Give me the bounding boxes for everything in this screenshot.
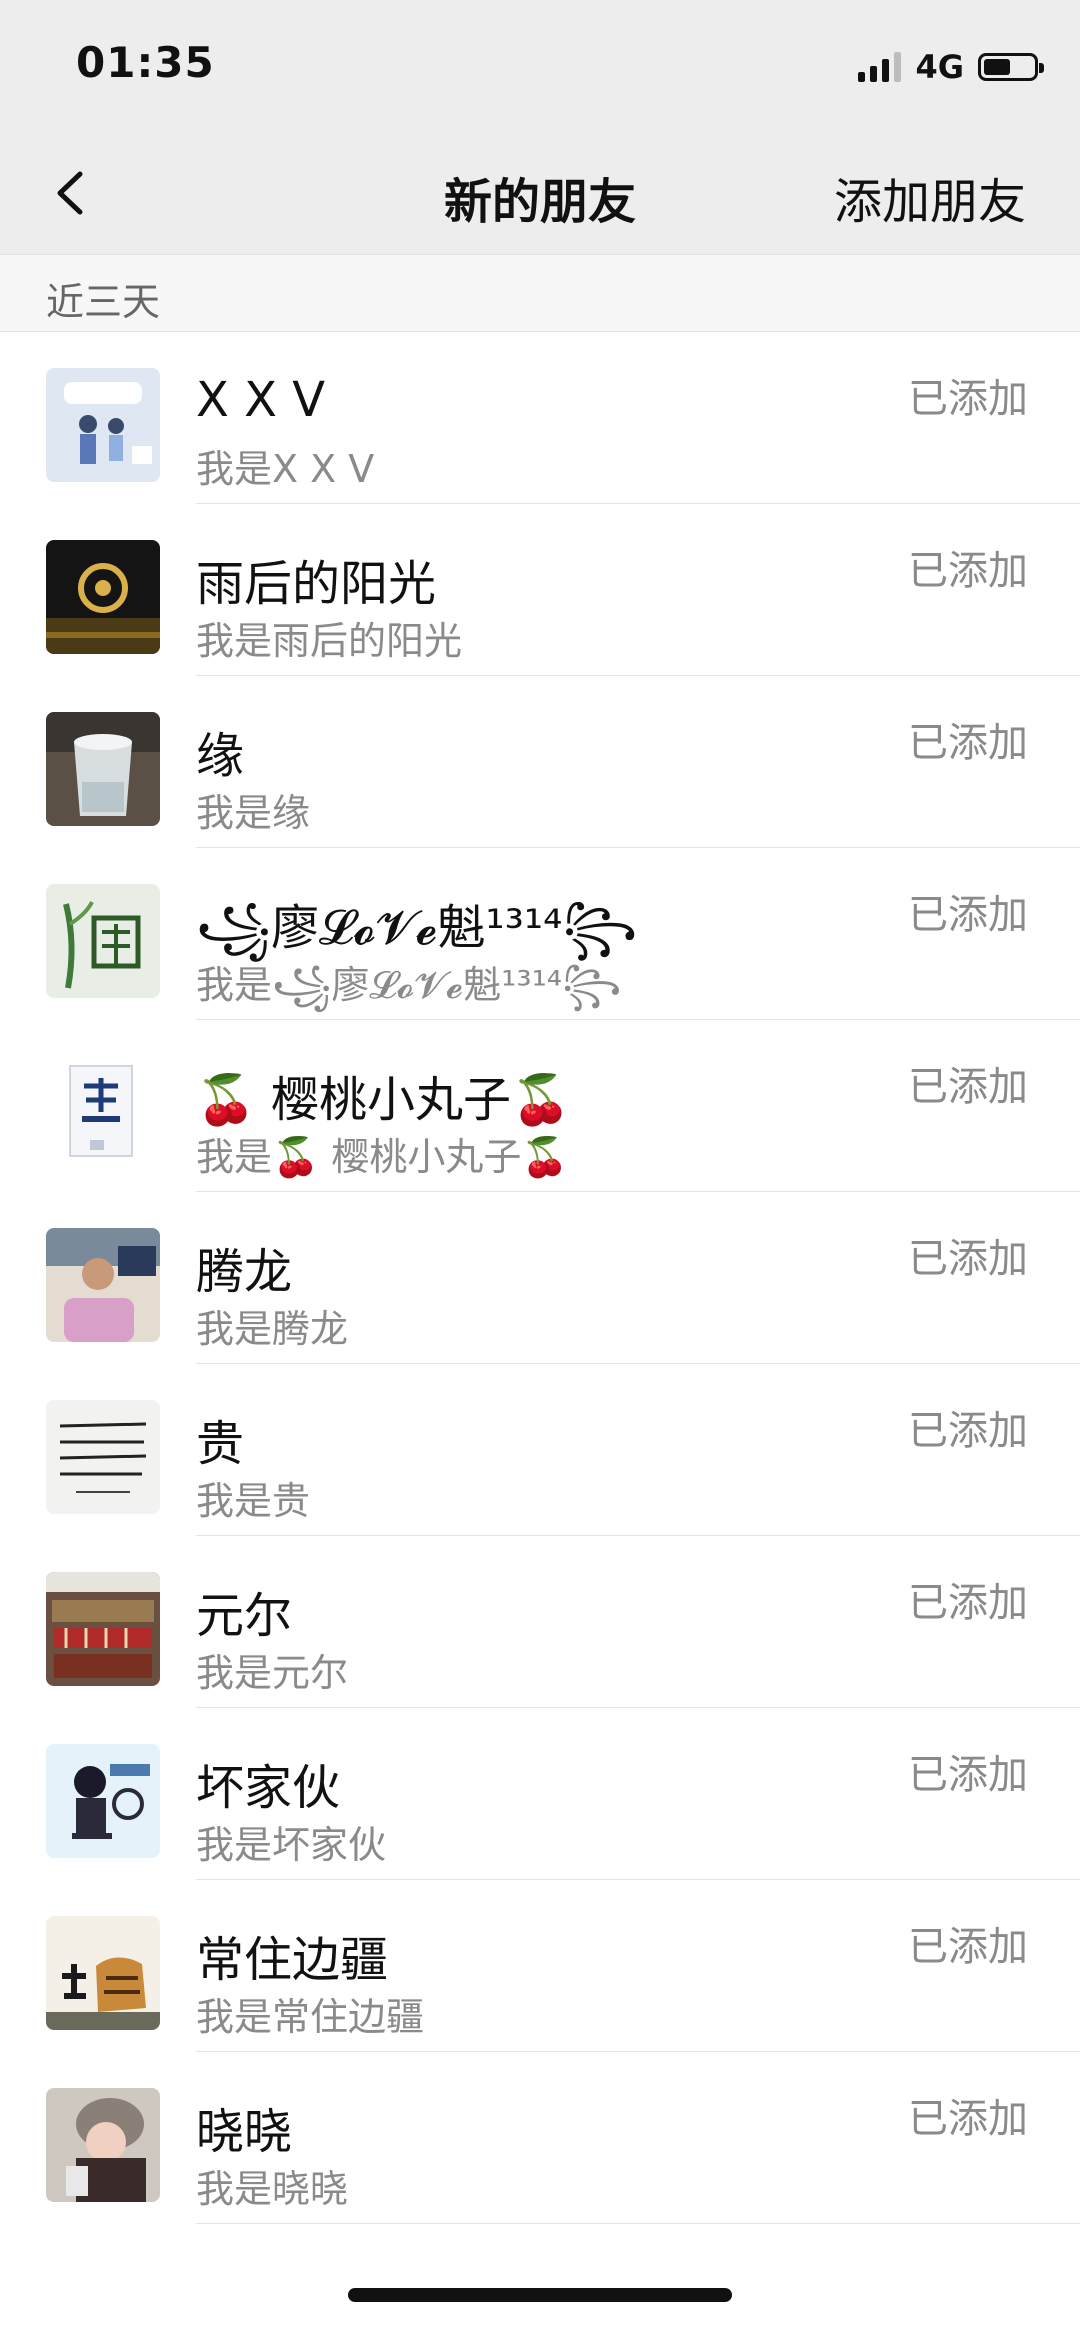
friend-request-message: 我是🍒 樱桃小丸子🍒 — [196, 1135, 569, 1179]
added-status-label: 已添加 — [908, 720, 1028, 766]
friend-name: 晓晓 — [196, 2104, 293, 2160]
home-indicator[interactable] — [348, 2288, 732, 2302]
section-header-recent: 近三天 — [0, 254, 1080, 332]
friend-name: 元尔 — [196, 1588, 293, 1644]
friend-row[interactable]: 贵我是贵 已添加 — [0, 1364, 1080, 1536]
friend-request-message: 我是常住边疆 — [196, 1995, 425, 2039]
friend-row[interactable]: 雨后的阳光我是雨后的阳光 已添加 — [0, 504, 1080, 676]
friend-request-message: 我是缘 — [196, 791, 311, 835]
signal-icon — [858, 52, 902, 82]
avatar[interactable] — [46, 1572, 160, 1686]
friend-name: 坏家伙 — [196, 1760, 341, 1816]
avatar[interactable] — [46, 1400, 160, 1514]
added-status-label: 已添加 — [908, 1580, 1028, 1626]
added-status-label: 已添加 — [908, 1924, 1028, 1970]
friend-row[interactable]: 腾龙我是腾龙 已添加 — [0, 1192, 1080, 1364]
battery-icon — [978, 53, 1044, 81]
friend-name: 雨后的阳光 — [196, 556, 437, 612]
added-status-label: 已添加 — [908, 1236, 1028, 1282]
friend-request-message: 我是贵 — [196, 1479, 311, 1523]
friend-row[interactable]: 常住边疆我是常住边疆 已添加 — [0, 1880, 1080, 2052]
friend-name: 腾龙 — [196, 1244, 293, 1300]
status-indicators: 4G — [858, 48, 1044, 86]
add-friend-button[interactable]: 添加朋友 — [834, 162, 1026, 232]
section-title: 近三天 — [46, 280, 161, 324]
friend-request-message: 我是雨后的阳光 — [196, 619, 463, 663]
friend-list: X X V 我是X X V 已添加 雨后的阳光 我是雨后的阳光 已添加缘我是缘 已添加 ꧁廖𝓛… — [0, 332, 1080, 2224]
avatar[interactable] — [46, 884, 160, 998]
friend-request-message: 我是腾龙 — [196, 1307, 349, 1351]
avatar[interactable] — [46, 1228, 160, 1342]
friend-name: 缘 — [196, 728, 245, 784]
added-status-label: 已添加 — [908, 548, 1028, 594]
friend-request-message: 我是X X V — [196, 447, 375, 491]
avatar[interactable] — [46, 540, 160, 654]
friend-row[interactable]: 🍒 樱桃小丸子🍒 我是🍒 樱桃小丸子🍒 已添加 — [0, 1020, 1080, 1192]
friend-request-message: 我是元尔 — [196, 1651, 349, 1695]
added-status-label: 已添加 — [908, 1064, 1028, 1110]
avatar[interactable] — [46, 712, 160, 826]
avatar[interactable] — [46, 1744, 160, 1858]
avatar[interactable] — [46, 1916, 160, 2030]
friend-request-message: 我是坏家伙 — [196, 1823, 387, 1867]
friend-row[interactable]: X X V 我是X X V 已添加 — [0, 332, 1080, 504]
friend-row[interactable]: 缘我是缘 已添加 — [0, 676, 1080, 848]
avatar[interactable] — [46, 368, 160, 482]
added-status-label: 已添加 — [908, 2096, 1028, 2142]
network-type: 4G — [915, 48, 964, 86]
friend-row[interactable]: 元尔我是元尔 已添加 — [0, 1536, 1080, 1708]
added-status-label: 已添加 — [908, 376, 1028, 422]
friend-name: 常住边疆 — [196, 1932, 389, 1988]
friend-request-message: 我是晓晓 — [196, 2167, 349, 2211]
friend-row[interactable]: 坏家伙我是坏家伙 已添加 — [0, 1708, 1080, 1880]
nav-bar: 新的朋友 添加朋友 — [0, 132, 1080, 254]
added-status-label: 已添加 — [908, 892, 1028, 938]
friend-name: 贵 — [196, 1416, 245, 1472]
friend-name: X X V — [196, 372, 326, 428]
friend-name: 🍒 樱桃小丸子🍒 — [196, 1072, 571, 1128]
avatar[interactable] — [46, 2088, 160, 2202]
status-time: 01:35 — [76, 38, 215, 87]
avatar[interactable] — [46, 1056, 160, 1170]
status-bar: 01:35 4G — [0, 0, 1080, 132]
friend-row[interactable]: ꧁廖𝓛𝓸𝓥𝓮魁¹³¹⁴꧂ 我是꧁廖𝓛𝓸𝓥𝓮魁¹³¹⁴꧂ 已添加 — [0, 848, 1080, 1020]
added-status-label: 已添加 — [908, 1408, 1028, 1454]
added-status-label: 已添加 — [908, 1752, 1028, 1798]
friend-row[interactable]: 晓晓我是晓晓 已添加 — [0, 2052, 1080, 2224]
